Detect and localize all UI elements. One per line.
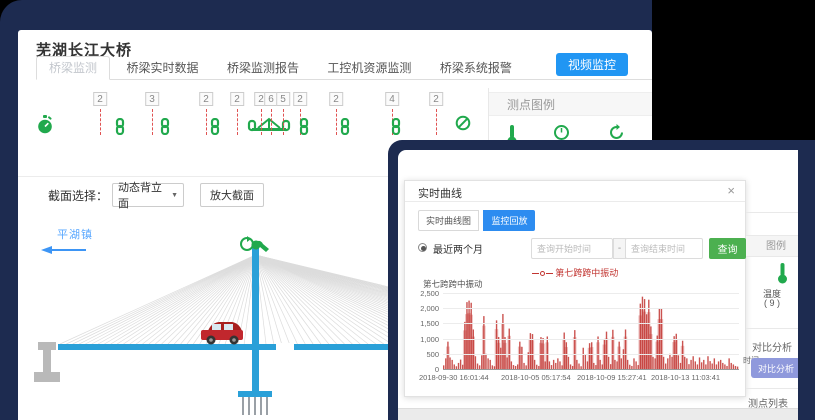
y-tick-label: 1,000 [411,335,439,344]
sensor-dashed-line [271,109,272,135]
section-select[interactable]: 动态背立面 ▼ [112,183,184,207]
gridline [443,323,739,324]
popup-window: 实时曲线 × 实时曲线图 监控回放 最近两个月 - 查询 [388,140,815,420]
legend-marker-line [532,273,539,274]
chart-plot-area: 时间 2,5002,0001,5001,00050002018-09-30 16… [443,293,739,369]
sensor-dashed-line [436,109,437,135]
tab-system-alarm[interactable]: 桥梁系统报警 [428,57,524,81]
sensor-count-badge: 2 [429,92,443,106]
y-tick-label: 500 [411,350,439,359]
close-icon[interactable]: × [727,183,735,199]
legend-panel-title: 测点图例 [489,92,652,116]
car [201,322,243,345]
sensor-count-badge: 4 [385,92,399,106]
start-time-input[interactable] [531,238,613,259]
gridline [443,369,739,370]
temperature-count: ( 9 ) [746,298,798,308]
tab-monitor-playback[interactable]: 监控回放 [483,210,535,231]
x-tick-label: 2018-10-09 15:27:41 [577,373,647,382]
gridline [443,308,739,309]
sensor-dashed-line [100,109,101,135]
tower-pile-cap [238,391,272,397]
query-button[interactable]: 查询 [709,238,746,259]
sensor-dashed-line [283,109,284,135]
query-controls: 最近两个月 - 查询 [418,238,737,260]
gridline [443,293,739,294]
modal-title: 实时曲线 [418,185,462,201]
chevron-down-icon: ▼ [171,192,178,199]
legend-side-panel: 图例 温度 ( 9 ) 对比分析 对比分析 测点列表 [746,150,798,408]
gridline [443,354,739,355]
section-toolbar: 截面选择： 动态背立面 ▼ 放大截面 [48,182,264,208]
y-tick-label: 2,500 [411,289,439,298]
sensor-count-badge: 2 [329,92,343,106]
sensor-count-badge: 2 [199,92,213,106]
tower-top-rotation-icon[interactable] [241,236,253,250]
tab-realtime-data[interactable]: 桥梁实时数据 [114,57,210,81]
chain-icon[interactable] [391,118,401,140]
section-select-value: 动态背立面 [118,179,168,211]
gauge-icon[interactable] [37,115,53,139]
x-tick-label: 2018-10-05 05:17:54 [501,373,571,382]
abutment-pier [34,342,60,382]
tab-ipc-resource-monitor[interactable]: 工控机资源监测 [315,57,423,81]
legend-marker-line [546,273,553,274]
x-tick-label: 2018-10-13 11:03:41 [651,373,720,382]
y-tick-label: 2,000 [411,304,439,313]
chain-icon[interactable] [210,118,220,140]
tab-monitor-report[interactable]: 桥梁监测报告 [215,57,311,81]
chain-icon[interactable] [340,118,350,140]
sensor-count-badge: 2 [93,92,107,106]
chain-icon[interactable] [160,118,170,140]
thermometer-icon [776,262,789,289]
sensor-dashed-line [261,109,262,135]
divider [746,388,798,389]
bridge-icon[interactable] [246,117,292,141]
sensor-dashed-line [237,109,238,135]
sensor-count-badge: 3 [145,92,159,106]
ban-icon[interactable] [455,115,471,136]
video-monitor-button[interactable]: 视频监控 [556,53,628,76]
compare-analysis-label: 对比分析 [752,339,792,354]
modal-header: 实时曲线 × [405,181,745,202]
chain-icon[interactable] [115,118,125,140]
realtime-curve-modal: 实时曲线 × 实时曲线图 监控回放 最近两个月 - 查询 [404,180,746,397]
last-two-months-radio[interactable] [418,243,427,252]
footer-strip [398,408,798,420]
tab-bar: 桥梁监测 桥梁实时数据 桥梁监测报告 工控机资源监测 桥梁系统报警 视频监控 [36,56,652,80]
bridge-tower [252,247,259,391]
tab-realtime-curve-view[interactable]: 实时曲线图 [418,210,479,231]
x-tick-label: 2018-09-30 16:01:44 [419,373,489,382]
deck-gap [276,343,294,351]
popup-content: 实时曲线 × 实时曲线图 监控回放 最近两个月 - 查询 [398,150,798,420]
modal-tab-bar: 实时曲线图 监控回放 [418,210,535,231]
top-right-black-region [652,0,815,145]
last-two-months-label: 最近两个月 [433,241,483,256]
y-tick-label: 1,500 [411,319,439,328]
legend-marker-circle [540,271,545,276]
gridline [443,339,739,340]
legend-series-label: 第七跨跨中振动 [555,268,618,278]
sensor-count-badge: 5 [276,92,290,106]
sensor-dashed-line [206,109,207,135]
sensor-dashed-line [336,109,337,135]
tower-foundation-piles [243,397,267,415]
sensor-dashed-line [152,109,153,135]
legend-header-fragment: 图例 [746,235,798,257]
section-select-label: 截面选择： [48,187,108,204]
vibration-bars [443,293,739,369]
sensor-count-badge: 2 [230,92,244,106]
divider [746,212,798,213]
compare-analysis-button[interactable]: 对比分析 [751,358,798,378]
tab-bridge-monitor[interactable]: 桥梁监测 [36,56,110,80]
sensor-count-badge: 2 [293,92,307,106]
enlarge-section-button[interactable]: 放大截面 [200,183,264,207]
screen: 芜湖长江大桥 桥梁监测 桥梁实时数据 桥梁监测报告 工控机资源监测 桥梁系统报警… [0,0,815,420]
chain-icon[interactable] [299,118,309,140]
end-time-input[interactable] [625,238,703,259]
divider [746,328,798,329]
